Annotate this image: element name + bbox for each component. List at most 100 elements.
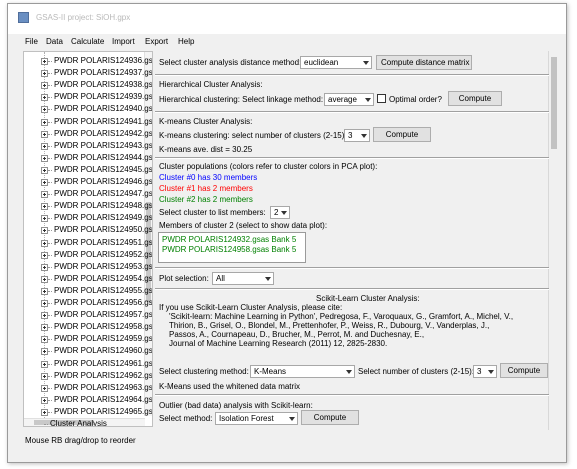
expand-icon[interactable]	[41, 70, 48, 78]
expand-icon[interactable]	[41, 215, 48, 223]
window-title: GSAS-II project: SiOH.gpx	[36, 13, 131, 22]
plot-selection-select[interactable]: All	[212, 272, 274, 285]
expand-icon[interactable]	[41, 324, 48, 332]
expand-icon[interactable]	[41, 130, 48, 138]
expand-icon[interactable]	[41, 372, 48, 380]
expand-icon[interactable]	[41, 94, 48, 102]
optimal-order-checkbox[interactable]	[377, 94, 386, 103]
outlier-method-value: Isolation Forest	[219, 414, 274, 423]
expand-icon[interactable]	[41, 239, 48, 247]
menu-import[interactable]: Import	[112, 37, 135, 46]
divider	[155, 288, 549, 290]
tree-item-label: PWDR POLARIS124952.gs	[54, 249, 153, 259]
tree-connector	[48, 411, 52, 413]
kmeans-compute-button[interactable]: Compute	[373, 127, 431, 142]
populations-heading: Cluster populations (colors refer to clu…	[159, 162, 378, 171]
tree-item-label: PWDR POLARIS124955.gs	[54, 285, 153, 295]
status-text: Mouse RB drag/drop to reorder	[25, 436, 136, 445]
tree-item-label: PWDR POLARIS124953.gs	[54, 261, 153, 271]
linkage-method-select[interactable]: average	[324, 93, 374, 106]
kmeans-clusters-select[interactable]: 3	[344, 129, 370, 142]
chevron-down-icon	[281, 211, 287, 215]
expand-icon[interactable]	[41, 251, 48, 259]
distance-method-label: Select cluster analysis distance method:	[159, 58, 302, 67]
tree-item-label: PWDR POLARIS124948.gs	[54, 201, 153, 211]
select-cluster-select[interactable]: 2	[270, 206, 290, 219]
expand-icon[interactable]	[41, 300, 48, 307]
cluster-members-list[interactable]: PWDR POLARIS124932.gsas Bank 5 PWDR POLA…	[158, 232, 306, 263]
tree-item-label: PWDR POLARIS124958.gs	[54, 322, 153, 332]
plot-selection-value: All	[216, 274, 225, 283]
cluster-analysis-panel: Select cluster analysis distance method:…	[153, 51, 558, 430]
expand-icon[interactable]	[41, 142, 48, 150]
compute-distance-matrix-button[interactable]: Compute distance matrix	[376, 55, 472, 70]
expand-icon[interactable]	[41, 287, 48, 295]
outlier-method-label: Select method:	[159, 414, 213, 423]
expand-icon[interactable]	[41, 263, 48, 271]
expand-icon[interactable]	[41, 336, 48, 344]
divider	[155, 111, 549, 113]
tree-connector	[48, 85, 52, 87]
chevron-down-icon	[488, 370, 494, 374]
clustering-method-value: K-Means	[254, 367, 287, 376]
hierarchical-compute-button[interactable]: Compute	[448, 91, 502, 106]
expand-icon[interactable]	[41, 360, 48, 368]
linkage-method-label: Hierarchical clustering: Select linkage …	[159, 95, 324, 104]
expand-icon[interactable]	[41, 384, 48, 392]
menu-export[interactable]: Export	[145, 37, 168, 46]
distance-method-select[interactable]: euclidean	[300, 56, 372, 69]
tree-connector	[48, 339, 52, 341]
expand-icon[interactable]	[41, 82, 48, 90]
expand-icon[interactable]	[41, 396, 48, 404]
sklearn-nclusters-select[interactable]: 3	[473, 365, 497, 378]
tree-connector	[48, 133, 52, 135]
expand-icon[interactable]	[41, 275, 48, 283]
outlier-compute-button[interactable]: Compute	[301, 410, 359, 425]
expand-icon[interactable]	[41, 227, 48, 235]
expand-icon[interactable]	[41, 166, 48, 174]
list-item[interactable]: PWDR POLARIS124932.gsas Bank 5	[162, 235, 296, 245]
expand-icon[interactable]	[41, 118, 48, 126]
tree-connector	[48, 351, 52, 353]
expand-icon[interactable]	[41, 179, 48, 186]
cluster-1-text: Cluster #1 has 2 members	[159, 184, 253, 193]
tree-item-label: PWDR POLARIS124961.gs	[54, 358, 153, 368]
tree-connector	[48, 230, 52, 232]
panel-scroll-thumb[interactable]	[551, 57, 557, 149]
tree-item-label: PWDR POLARIS124962.gs	[54, 370, 153, 380]
list-item[interactable]: PWDR POLARIS124958.gsas Bank 5	[162, 245, 296, 255]
expand-icon[interactable]	[41, 154, 48, 162]
plot-selection-label: Plot selection:	[159, 274, 209, 283]
tree-item-label: PWDR POLARIS124939.gs	[54, 92, 153, 102]
clustering-method-select[interactable]: K-Means	[250, 365, 355, 378]
menu-calculate[interactable]: Calculate	[71, 37, 104, 46]
expand-icon[interactable]	[41, 191, 48, 199]
panel-scrollbar[interactable]	[548, 51, 558, 430]
expand-icon[interactable]	[41, 348, 48, 356]
divider	[155, 267, 549, 269]
expand-icon[interactable]	[41, 58, 48, 65]
menu-file[interactable]: File	[25, 37, 38, 46]
expand-icon[interactable]	[41, 408, 48, 416]
tree-connector	[48, 303, 52, 304]
tree-connector	[48, 375, 52, 377]
expand-icon[interactable]	[41, 106, 48, 114]
expand-icon[interactable]	[41, 312, 48, 320]
tree-item-label: PWDR POLARIS124945.gs	[54, 164, 153, 174]
tree-item-label: PWDR POLARIS124943.gs	[54, 140, 153, 150]
tree-connector	[48, 206, 52, 208]
expand-icon[interactable]	[41, 203, 48, 211]
tree-item-label: PWDR POLARIS124944.gs	[54, 152, 153, 162]
menu-data[interactable]: Data	[46, 37, 63, 46]
tree-item-label: PWDR POLARIS124964.gs	[54, 394, 153, 404]
tree-connector	[48, 157, 52, 159]
tree-item-label: PWDR POLARIS124941.gs	[54, 116, 153, 126]
tree-item-label: PWDR POLARIS124959.gs	[54, 334, 153, 344]
data-tree[interactable]: PWDR POLARIS124936.gs PWDR POLARIS124937.…	[23, 51, 153, 427]
optimal-order-label: Optimal order?	[389, 95, 442, 104]
menu-help[interactable]: Help	[178, 37, 194, 46]
chevron-down-icon	[265, 277, 271, 281]
sklearn-compute-button[interactable]: Compute	[500, 363, 548, 378]
outlier-method-select[interactable]: Isolation Forest	[215, 412, 298, 425]
tree-connector	[48, 290, 52, 292]
